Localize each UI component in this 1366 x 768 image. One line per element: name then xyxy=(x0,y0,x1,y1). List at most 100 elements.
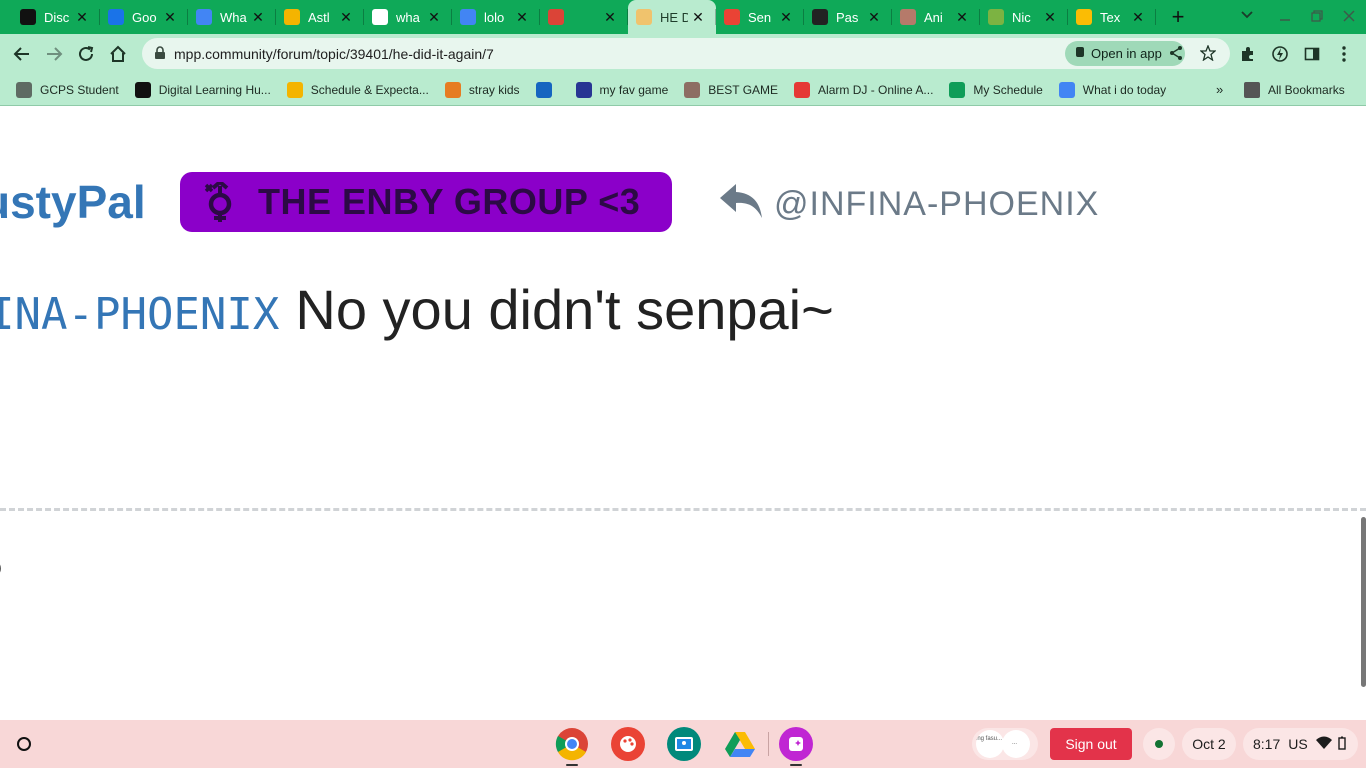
edge-e-icon xyxy=(535,81,552,98)
bookmark-item[interactable]: Alarm DJ - Online A... xyxy=(786,78,941,102)
info-icon xyxy=(812,9,828,25)
home-icon[interactable] xyxy=(102,38,134,70)
close-tab-icon[interactable]: ✕ xyxy=(954,9,970,25)
launcher-circle-icon[interactable] xyxy=(8,728,40,760)
canvas-paint-app-icon[interactable] xyxy=(611,727,645,761)
minimize-window-button[interactable] xyxy=(1268,0,1302,34)
group-badge[interactable]: THE ENBY GROUP <3 xyxy=(180,172,672,232)
tab-search-chevron-icon[interactable] xyxy=(1230,0,1264,34)
browser-tab[interactable]: Goo ✕ xyxy=(100,0,188,34)
browser-tab[interactable]: ✕ xyxy=(540,0,628,34)
bookmark-label: Digital Learning Hu... xyxy=(158,82,271,97)
tab-separator xyxy=(1155,9,1156,25)
close-tab-icon[interactable]: ✕ xyxy=(690,9,706,25)
browser-tab[interactable]: wha ✕ xyxy=(364,0,452,34)
reload-icon[interactable] xyxy=(70,38,102,70)
scrollbar-thumb[interactable] xyxy=(1361,517,1366,687)
classroom-app-icon[interactable] xyxy=(667,727,701,761)
bookmark-item[interactable]: Schedule & Expecta... xyxy=(279,78,437,102)
post-author-username[interactable]: ustyPal xyxy=(0,175,146,229)
avatar-icon xyxy=(900,9,916,25)
holding-thumb-1: ing fasu... xyxy=(976,730,1004,758)
ime-locale-label: US xyxy=(1288,736,1308,752)
pinterest-icon xyxy=(444,81,461,98)
screencast-app-icon[interactable] xyxy=(779,727,813,766)
holding-thumb-2: ... xyxy=(1002,730,1030,758)
system-tray[interactable]: 8:17 US xyxy=(1243,728,1358,760)
mention-link[interactable]: INA-PHOENIX xyxy=(0,289,279,340)
open-in-app-label: Open in app xyxy=(1091,46,1162,61)
close-tab-icon[interactable]: ✕ xyxy=(162,9,178,25)
back-arrow-icon[interactable] xyxy=(6,38,38,70)
bookmark-item[interactable]: GCPS Student xyxy=(8,78,127,102)
battery-icon xyxy=(1338,736,1346,753)
browser-tab[interactable]: Sen ✕ xyxy=(716,0,804,34)
tab-title: lolo xyxy=(484,9,505,25)
browser-tab[interactable]: Tex ✕ xyxy=(1068,0,1156,34)
extensions-puzzle-icon[interactable] xyxy=(1232,38,1264,70)
browser-tab[interactable]: Ani ✕ xyxy=(892,0,980,34)
google-docs-icon xyxy=(196,9,212,25)
sign-out-button[interactable]: Sign out xyxy=(1050,728,1132,760)
url-text[interactable]: mpp.community/forum/topic/39401/he-did-i… xyxy=(174,46,494,62)
bookmark-item[interactable]: My Schedule xyxy=(941,78,1050,102)
browser-tab[interactable]: lolo ✕ xyxy=(452,0,540,34)
restore-window-button[interactable] xyxy=(1300,0,1334,34)
browser-toolbar: mpp.community/forum/topic/39401/he-did-i… xyxy=(0,34,1366,74)
holding-space-tray[interactable]: ing fasu... ... xyxy=(972,728,1038,760)
extension-bolt-icon[interactable] xyxy=(1264,38,1296,70)
google-drive-app-icon[interactable] xyxy=(723,727,757,761)
tab-title: wha xyxy=(396,9,420,25)
bookmark-label: my fav game xyxy=(599,82,669,97)
site-info-lock-icon[interactable] xyxy=(154,46,166,65)
close-tab-icon[interactable]: ✕ xyxy=(74,9,90,25)
bookmark-item[interactable]: BEST GAME xyxy=(676,78,786,102)
date-tray[interactable]: Oct 2 xyxy=(1182,728,1236,760)
share-icon[interactable] xyxy=(1168,45,1184,66)
browser-tab[interactable]: HE D ✕ xyxy=(628,0,716,34)
plant-icon xyxy=(988,9,1004,25)
address-bar[interactable]: mpp.community/forum/topic/39401/he-did-i… xyxy=(142,38,1230,69)
status-indicator[interactable] xyxy=(1143,728,1175,760)
close-tab-icon[interactable]: ✕ xyxy=(514,9,530,25)
running-indicator xyxy=(790,764,802,766)
bookmark-item[interactable]: What i do today xyxy=(1051,78,1174,102)
forward-arrow-icon[interactable] xyxy=(38,38,70,70)
folder-icon xyxy=(1244,82,1260,98)
side-panel-icon[interactable] xyxy=(1296,38,1328,70)
browser-tab[interactable]: Disc ✕ xyxy=(12,0,100,34)
chrome-app-icon[interactable] xyxy=(555,727,589,766)
close-tab-icon[interactable]: ✕ xyxy=(778,9,794,25)
close-tab-icon[interactable]: ✕ xyxy=(602,9,618,25)
browser-tab[interactable]: Astl ✕ xyxy=(276,0,364,34)
google-docs-icon xyxy=(108,9,124,25)
reply-to-user[interactable]: @INFINA-PHOENIX xyxy=(774,185,1099,224)
browser-tab[interactable]: Pas ✕ xyxy=(804,0,892,34)
close-window-button[interactable] xyxy=(1332,0,1366,34)
shelf-divider xyxy=(768,732,769,756)
chrome-menu-icon[interactable] xyxy=(1328,38,1360,70)
google-docs-icon xyxy=(460,9,476,25)
new-tab-button[interactable]: + xyxy=(1162,1,1194,33)
google-sheets-icon xyxy=(949,81,966,98)
bookmark-item[interactable]: my fav game xyxy=(568,78,677,102)
bookmark-item[interactable]: Digital Learning Hu... xyxy=(127,78,279,102)
bookmark-star-icon[interactable] xyxy=(1199,44,1217,66)
close-tab-icon[interactable]: ✕ xyxy=(250,9,266,25)
group-name: THE ENBY GROUP <3 xyxy=(258,181,641,222)
open-in-app-button[interactable]: Open in app xyxy=(1065,41,1185,66)
tab-title: HE D xyxy=(660,9,688,25)
close-tab-icon[interactable]: ✕ xyxy=(1042,9,1058,25)
browser-tab[interactable]: Wha ✕ xyxy=(188,0,276,34)
browser-tab[interactable]: Nic ✕ xyxy=(980,0,1068,34)
close-tab-icon[interactable]: ✕ xyxy=(1130,9,1146,25)
page-content: ustyPal THE ENBY GROUP <3 @INFINA-PHOENI… xyxy=(0,107,1366,720)
bookmark-item[interactable]: stray kids xyxy=(437,78,528,102)
close-tab-icon[interactable]: ✕ xyxy=(866,9,882,25)
more-bookmarks-chevron-icon[interactable]: » xyxy=(1216,82,1223,97)
close-tab-icon[interactable]: ✕ xyxy=(338,9,354,25)
bookmark-item[interactable] xyxy=(528,78,568,102)
close-tab-icon[interactable]: ✕ xyxy=(426,9,442,25)
tab-title: Sen xyxy=(748,9,772,25)
all-bookmarks-button[interactable]: All Bookmarks xyxy=(1236,78,1353,102)
